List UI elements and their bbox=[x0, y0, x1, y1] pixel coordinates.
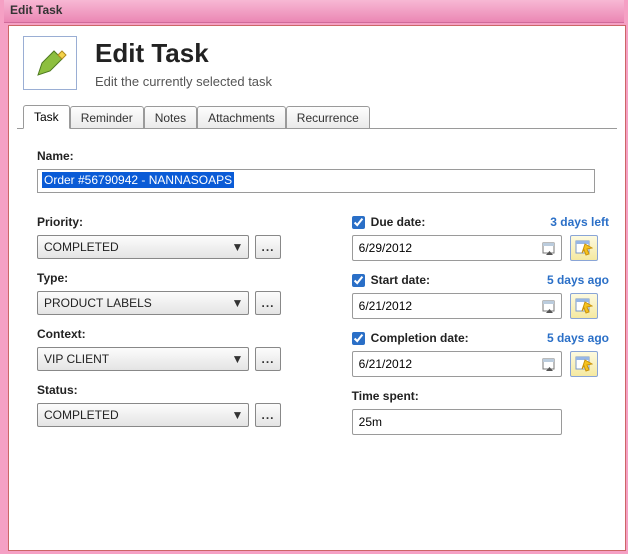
start-date-relative: 5 days ago bbox=[547, 273, 609, 287]
window-titlebar: Edit Task bbox=[4, 0, 624, 22]
status-more-button[interactable]: ... bbox=[255, 403, 281, 427]
completion-date-label: Completion date: bbox=[371, 331, 469, 345]
tab-task[interactable]: Task bbox=[23, 105, 70, 129]
tab-recurrence[interactable]: Recurrence bbox=[286, 106, 370, 129]
type-value: PRODUCT LABELS bbox=[44, 296, 230, 310]
type-more-button[interactable]: ... bbox=[255, 291, 281, 315]
due-date-input[interactable]: 6/29/2012 bbox=[352, 235, 562, 261]
dialog-header: Edit Task Edit the currently selected ta… bbox=[9, 26, 625, 104]
chevron-down-icon: ▼ bbox=[230, 352, 245, 366]
due-date-value: 6/29/2012 bbox=[359, 241, 539, 255]
name-value: Order #56790942 - NANNASOAPS bbox=[42, 172, 234, 188]
dialog-subtitle: Edit the currently selected task bbox=[95, 74, 272, 89]
type-combo[interactable]: PRODUCT LABELS ▼ bbox=[37, 291, 249, 315]
tab-reminder[interactable]: Reminder bbox=[70, 106, 144, 129]
tab-notes[interactable]: Notes bbox=[144, 106, 197, 129]
completion-date-input[interactable]: 6/21/2012 bbox=[352, 351, 562, 377]
dialog-title: Edit Task bbox=[95, 38, 272, 69]
edit-task-icon bbox=[23, 36, 77, 90]
chevron-down-icon: ▼ bbox=[230, 240, 245, 254]
due-date-checkbox[interactable] bbox=[352, 216, 365, 229]
timespent-label: Time spent: bbox=[352, 389, 609, 403]
completion-date-quick-button[interactable] bbox=[570, 351, 598, 377]
name-input[interactable]: Order #56790942 - NANNASOAPS bbox=[37, 169, 595, 193]
name-label: Name: bbox=[37, 149, 609, 163]
due-date-label: Due date: bbox=[371, 215, 426, 229]
start-date-quick-button[interactable] bbox=[570, 293, 598, 319]
priority-value: COMPLETED bbox=[44, 240, 230, 254]
priority-combo[interactable]: COMPLETED ▼ bbox=[37, 235, 249, 259]
priority-label: Priority: bbox=[37, 215, 332, 229]
due-date-quick-button[interactable] bbox=[570, 235, 598, 261]
context-combo[interactable]: VIP CLIENT ▼ bbox=[37, 347, 249, 371]
due-date-relative: 3 days left bbox=[550, 215, 609, 229]
chevron-down-icon: ▼ bbox=[230, 408, 245, 422]
start-date-input[interactable]: 6/21/2012 bbox=[352, 293, 562, 319]
completion-date-value: 6/21/2012 bbox=[359, 357, 539, 371]
priority-more-button[interactable]: ... bbox=[255, 235, 281, 259]
dialog-panel: Edit Task Edit the currently selected ta… bbox=[8, 25, 626, 551]
context-more-button[interactable]: ... bbox=[255, 347, 281, 371]
start-date-value: 6/21/2012 bbox=[359, 299, 539, 313]
completion-date-relative: 5 days ago bbox=[547, 331, 609, 345]
calendar-drop-icon[interactable] bbox=[539, 299, 561, 314]
start-date-label: Start date: bbox=[371, 273, 430, 287]
calendar-drop-icon[interactable] bbox=[539, 241, 561, 256]
status-label: Status: bbox=[37, 383, 332, 397]
timespent-input[interactable] bbox=[352, 409, 562, 435]
completion-date-checkbox[interactable] bbox=[352, 332, 365, 345]
start-date-checkbox[interactable] bbox=[352, 274, 365, 287]
type-label: Type: bbox=[37, 271, 332, 285]
status-value: COMPLETED bbox=[44, 408, 230, 422]
tab-strip: Task Reminder Notes Attachments Recurren… bbox=[23, 104, 625, 128]
context-value: VIP CLIENT bbox=[44, 352, 230, 366]
calendar-drop-icon[interactable] bbox=[539, 357, 561, 372]
tab-attachments[interactable]: Attachments bbox=[197, 106, 286, 129]
context-label: Context: bbox=[37, 327, 332, 341]
status-combo[interactable]: COMPLETED ▼ bbox=[37, 403, 249, 427]
chevron-down-icon: ▼ bbox=[230, 296, 245, 310]
